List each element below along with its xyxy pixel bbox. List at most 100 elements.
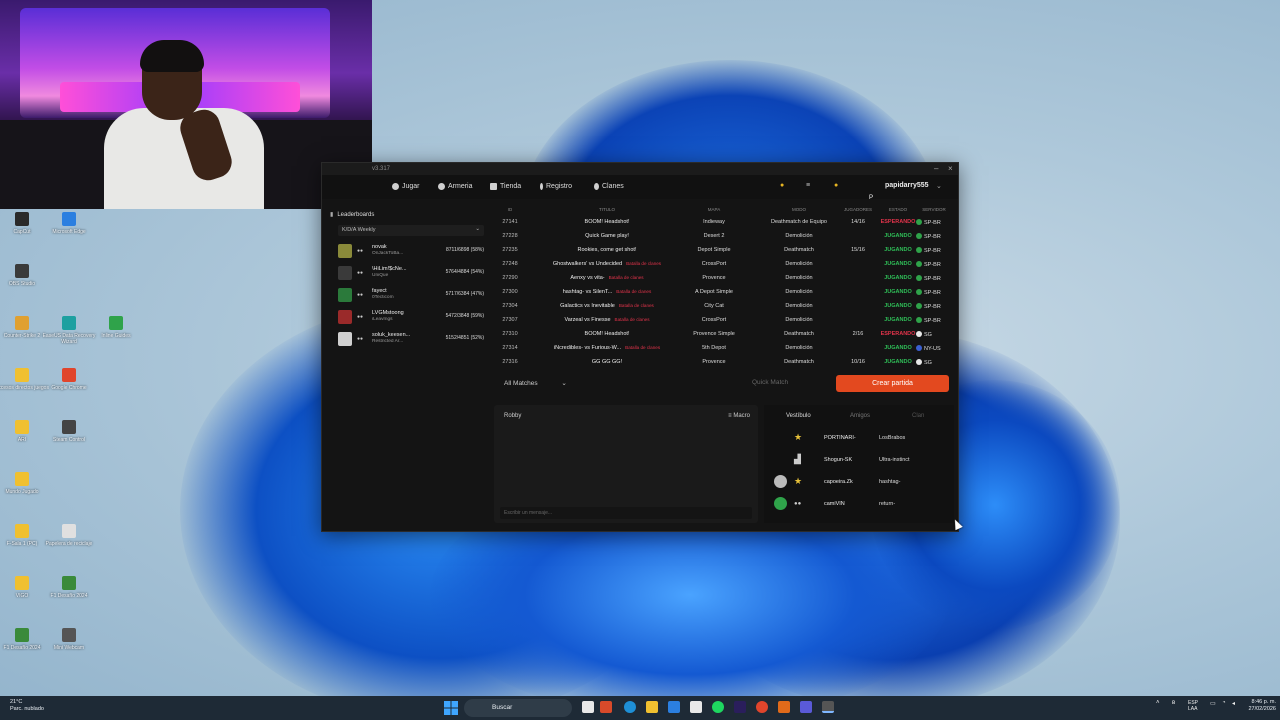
clan-battle-badge: Batalla de clanes: [618, 303, 654, 308]
desktop-shortcut[interactable]: Steam Control: [40, 420, 98, 443]
webcam-overlay: [0, 0, 372, 209]
flag-icon: [916, 345, 922, 351]
tab-amigos[interactable]: Amigos: [850, 413, 870, 419]
leaderboard-row[interactable]: ●● \HiLim!$cNe... UniQue 5764/4884 (54%): [338, 263, 484, 283]
table-row[interactable]: 27141 BOOM! Headshot! Indieway Deathmatch d…: [496, 215, 952, 229]
menu-icon[interactable]: ≡: [806, 182, 810, 189]
bluetooth-icon[interactable]: ʙ: [1172, 700, 1175, 706]
teams-icon[interactable]: [800, 701, 812, 713]
language-indicator[interactable]: ESP LAA: [1188, 700, 1198, 712]
nav-registro[interactable]: Registro: [540, 183, 572, 190]
app-icon: [15, 628, 29, 642]
match-mode: Demolición: [785, 345, 813, 351]
table-row[interactable]: 27314 iNcredibles- vs Furious-W... Batalla…: [496, 341, 952, 355]
rank-icon: ●●: [357, 336, 364, 342]
tab-clan[interactable]: Clan: [912, 413, 924, 419]
leaderboard-filter-select[interactable]: K/D/A Weekly ⌄: [338, 225, 484, 236]
minimize-icon[interactable]: –: [934, 164, 938, 173]
network-icon[interactable]: ◔: [1222, 700, 1226, 706]
desktop-shortcut[interactable]: Papelera de reciclaje: [40, 524, 98, 547]
lobby-player-name: PORTINARI-: [824, 435, 856, 441]
table-row[interactable]: 27307 Varzeal vs Finesse Batalla de clanes…: [496, 313, 952, 327]
avatar[interactable]: P: [866, 193, 876, 203]
chevron-down-icon[interactable]: ⌄: [936, 182, 942, 190]
desktop-shortcut[interactable]: Mini Webcam: [40, 628, 98, 651]
desktop-shortcut[interactable]: Mundo Jugado: [0, 472, 51, 495]
tab-vestibulo[interactable]: Vestíbulo: [786, 413, 811, 419]
create-match-button[interactable]: Crear partida: [836, 375, 949, 392]
lobby-player-row[interactable]: ▟ Shogun-SK Ultra-instinct: [764, 449, 954, 471]
coin-icon[interactable]: ●: [780, 182, 784, 189]
premiere-icon[interactable]: [734, 701, 746, 713]
chat-input[interactable]: Escribir un mensaje...: [500, 507, 752, 519]
table-row[interactable]: 27228 Quick Game play! Desert 2 Demolición J…: [496, 229, 952, 243]
desktop-shortcut[interactable]: OBS Studio: [0, 264, 51, 287]
match-id: 27228: [502, 233, 518, 239]
all-matches-dropdown[interactable]: All Matches ⌄: [504, 379, 567, 387]
match-id: 27307: [502, 317, 518, 323]
game-client-window: v3.317 – × Jugar Armeria Tienda Registro…: [321, 162, 959, 532]
nav-armeria[interactable]: Armeria: [438, 183, 473, 190]
match-mode: Demolición: [785, 261, 813, 267]
desktop-shortcut[interactable]: Inline Guides: [87, 316, 145, 339]
leaderboard-row[interactable]: ●● fayect 0Tecticom 5717/6384 (47%): [338, 285, 484, 305]
app-icon[interactable]: [778, 701, 790, 713]
match-mode: Deathmatch: [784, 359, 814, 365]
nav-tienda[interactable]: Tienda: [490, 183, 521, 190]
spotify-icon[interactable]: [712, 701, 724, 713]
leaderboard-row[interactable]: ●● novak OnJackToBa... 8711/6898 (58%): [338, 241, 484, 261]
quick-match-button[interactable]: Quick Match: [752, 379, 788, 386]
lobby-player-row[interactable]: ★ PORTINARI- LosBrabos: [764, 427, 954, 449]
flag-icon: [916, 303, 922, 309]
table-row[interactable]: 27304 Galactics vs Inevitable Batalla de c…: [496, 299, 952, 313]
player-name: LVGMstoong: [372, 310, 404, 316]
taskbar-search[interactable]: Buscar: [464, 699, 572, 717]
username[interactable]: papidarry555: [885, 182, 929, 189]
app-icon: [15, 420, 29, 434]
match-id: 27248: [502, 261, 518, 267]
table-row[interactable]: 27248 Ghostwalkers' vs Undecided Batalla d…: [496, 257, 952, 271]
lobby-player-row[interactable]: ★ capoeira.Zk hashtag-: [764, 471, 954, 493]
leaderboard-row[interactable]: ●● soluk_keesen... Restricted Ar... 5152/48…: [338, 329, 484, 349]
weather-widget[interactable]: 21°C Parc. nublado: [10, 699, 44, 713]
match-title: Ghostwalkers' vs Undecided Batalla de cla…: [552, 261, 662, 267]
macro-button[interactable]: ≡ Macro: [728, 413, 750, 419]
close-icon[interactable]: ×: [948, 164, 953, 173]
match-status: JUGANDO: [884, 233, 912, 239]
nav-jugar[interactable]: Jugar: [392, 183, 420, 190]
table-row[interactable]: 27235 Rookies, come get shot! Depot Simple…: [496, 243, 952, 257]
match-server: SP-BR: [916, 261, 956, 268]
office-icon[interactable]: [600, 701, 612, 713]
lobby-player-row[interactable]: ●● camiVIN return-: [764, 493, 954, 515]
desktop-shortcut[interactable]: F1 Desafío 2024: [40, 576, 98, 599]
clock[interactable]: 8:46 p. m. 27/02/2026: [1238, 699, 1276, 713]
table-row[interactable]: 27300 hashtag- vs SilenT... Batalla de cla…: [496, 285, 952, 299]
col-header-servidor: SERVIDOR: [922, 207, 946, 212]
chrome-icon[interactable]: [756, 701, 768, 713]
bell-icon[interactable]: ●: [834, 182, 838, 189]
player-stats: 8711/6898 (58%): [446, 247, 484, 253]
match-title: Varzeal vs Finesse Batalla de clanes: [564, 317, 650, 323]
table-row[interactable]: 27316 GG GG GG! Provence Deathmatch 10/16 JUG…: [496, 355, 952, 369]
lobby-player-clan: hashtag-: [879, 479, 901, 485]
table-row[interactable]: 27290 Aenxy vs vita- Batalla de clanes Prov…: [496, 271, 952, 285]
app-icon: [109, 316, 123, 330]
mail-icon[interactable]: [668, 701, 680, 713]
leaderboard-row[interactable]: ●● LVGMstoong iLeavmgs 5472/3848 (59%): [338, 307, 484, 327]
edge-icon[interactable]: [624, 701, 636, 713]
desktop-shortcut[interactable]: Microsoft Edge: [40, 212, 98, 235]
chevron-up-icon[interactable]: ˄: [1156, 700, 1160, 706]
desktop-shortcut[interactable]: Google Chrome: [40, 368, 98, 391]
file-explorer-icon[interactable]: [646, 701, 658, 713]
volume-icon[interactable]: ◂: [1232, 700, 1235, 707]
table-row[interactable]: 27310 BOOM! Headshot! Provence Simple Death…: [496, 327, 952, 341]
store-icon[interactable]: [690, 701, 702, 713]
globe-icon: [392, 183, 399, 190]
windows-start-icon[interactable]: [444, 701, 458, 715]
display-icon[interactable]: ▭: [1210, 700, 1216, 707]
nav-clanes[interactable]: Clanes: [594, 183, 624, 190]
match-status: ESPERANDO: [880, 331, 916, 337]
game-client-taskbar-icon[interactable]: [822, 701, 834, 713]
star-icon: ★: [794, 432, 803, 442]
task-view-icon[interactable]: [582, 701, 594, 713]
